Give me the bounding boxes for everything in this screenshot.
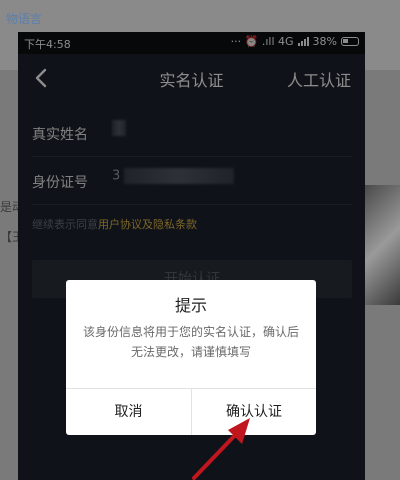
cancel-button[interactable]: 取消: [66, 389, 191, 435]
background-image: [365, 185, 400, 305]
background-text-fragment: 物语言: [6, 12, 43, 26]
dialog-message: 该身份信息将用于您的实名认证，确认后无法更改，请谨慎填写: [82, 325, 299, 359]
dialog-title: 提示: [174, 296, 207, 315]
annotation-arrow-icon: [192, 418, 250, 480]
